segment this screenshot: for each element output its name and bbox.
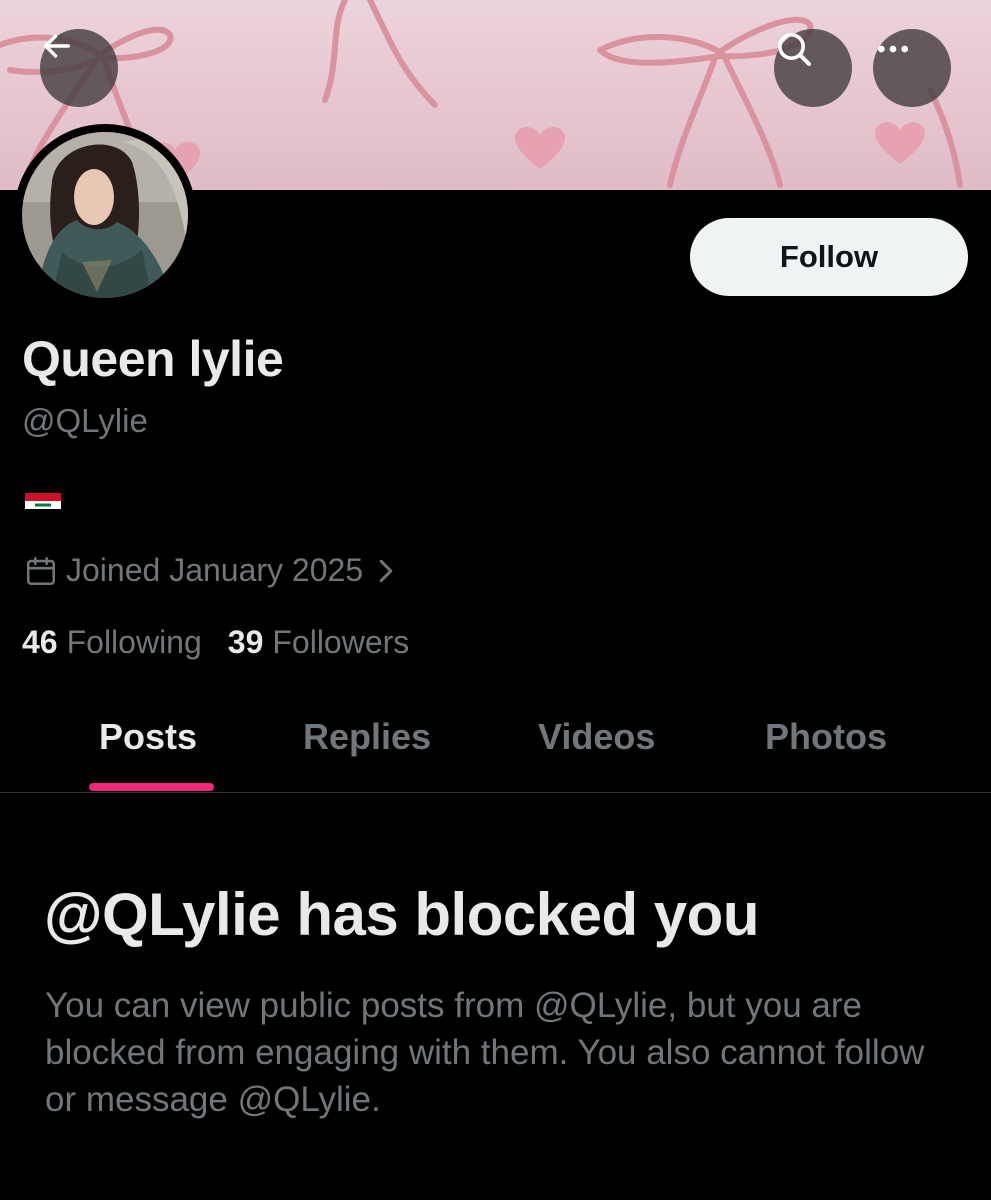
joined-date[interactable]: Joined January 2025 (24, 552, 397, 589)
iraq-flag-icon (25, 493, 61, 517)
tab-videos[interactable]: Videos (538, 716, 655, 758)
tab-posts[interactable]: Posts (99, 716, 197, 758)
following-label: Following (66, 624, 202, 660)
avatar[interactable] (14, 124, 196, 306)
arrow-left-icon (43, 34, 71, 58)
follow-stats: 46 Following 39 Followers (22, 624, 435, 661)
search-icon (778, 33, 811, 66)
follow-button[interactable]: Follow (690, 218, 968, 296)
calendar-icon (26, 556, 56, 585)
display-name: Queen lylie (22, 331, 284, 387)
more-button[interactable] (873, 29, 951, 107)
profile-page: Follow Queen lylie @QLylie Joined Januar… (0, 0, 991, 1200)
tab-replies[interactable]: Replies (303, 716, 431, 758)
chevron-right-icon (379, 559, 393, 582)
back-button[interactable] (40, 29, 118, 107)
following-link[interactable]: 46 Following (22, 624, 202, 661)
followers-link[interactable]: 39 Followers (228, 624, 410, 661)
more-horizontal-icon (878, 45, 908, 53)
active-tab-indicator (89, 783, 214, 791)
tab-photos[interactable]: Photos (765, 716, 887, 758)
profile-tabs: Posts Replies Videos Photos (0, 700, 991, 793)
followers-count: 39 (227, 624, 264, 660)
blocked-description: You can view public posts from @QLylie, … (45, 986, 925, 1119)
blocked-title: @QLylie has blocked you (44, 881, 759, 948)
joined-text: Joined January 2025 (66, 552, 364, 588)
search-button[interactable] (774, 29, 852, 107)
followers-label: Followers (272, 624, 410, 660)
following-count: 46 (22, 624, 58, 660)
avatar-photo (22, 132, 188, 298)
profile-handle: @QLylie (22, 402, 148, 439)
